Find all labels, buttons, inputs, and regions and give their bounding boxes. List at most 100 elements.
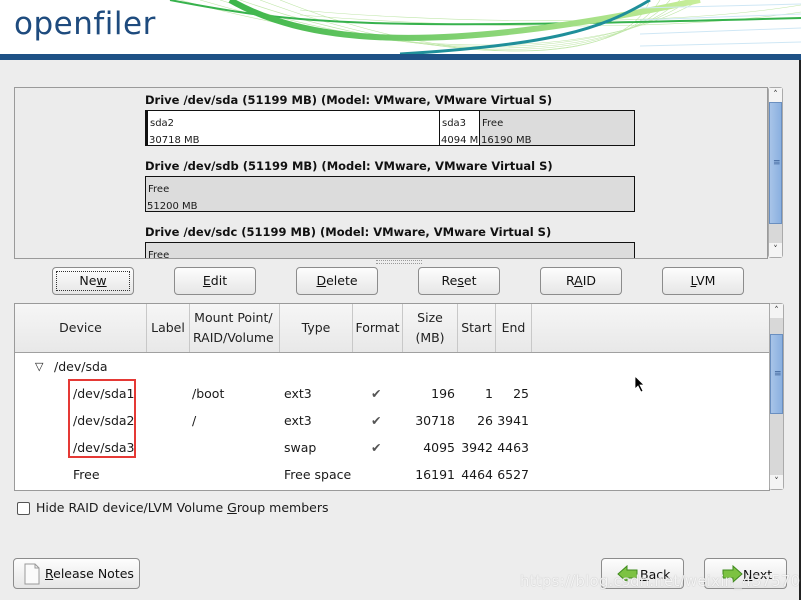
column-format[interactable]: Format (353, 304, 403, 352)
openfiler-logo: openfiler (14, 6, 156, 42)
scroll-up-icon[interactable]: ˄ (769, 88, 782, 102)
watermark-text: https://blog.csdn.net/weixin_43757002 (520, 572, 801, 590)
new-button[interactable]: New (52, 267, 134, 295)
cell-start: 26 (477, 413, 493, 428)
table-row[interactable]: Free Free space 16191 4464 6527 (15, 462, 769, 489)
column-label-line: Size (417, 310, 443, 325)
table-group-row[interactable]: ▽ /dev/sda (15, 354, 769, 381)
table-header: Device Label Mount Point/RAID/Volume Typ… (15, 304, 769, 353)
mouse-cursor-icon (634, 375, 645, 393)
drive-panel-scrollbar[interactable]: ˄ ≡ ˅ (768, 87, 783, 258)
mnemonic: D (316, 273, 327, 288)
label-part: et (463, 273, 477, 288)
column-type[interactable]: Type (280, 304, 353, 352)
cell-size: 4095 (423, 440, 455, 455)
mnemonic: w (96, 273, 107, 288)
segment-name: Free (482, 118, 504, 129)
column-label-line: (MB) (415, 330, 445, 345)
scroll-up-icon[interactable]: ˄ (770, 304, 783, 318)
segment-name: sda2 (150, 118, 175, 129)
column-label[interactable]: Label (147, 304, 190, 352)
raid-button[interactable]: RAID (540, 267, 622, 295)
drive-bar-sdc: Free (145, 242, 635, 259)
column-label: Label (151, 320, 185, 335)
scroll-down-icon[interactable]: ˅ (769, 243, 782, 257)
expander-icon[interactable]: ▽ (35, 360, 43, 373)
hide-members-checkbox[interactable] (17, 502, 30, 515)
segment-size: 51200 MB (147, 201, 198, 211)
column-label: Size (MB) (415, 308, 444, 348)
column-device[interactable]: Device (15, 304, 147, 352)
cell-mount: /boot (192, 386, 225, 401)
group-device: /dev/sda (54, 359, 108, 374)
label-part: elease Notes (53, 566, 134, 581)
highlight-annotation-box (68, 379, 136, 458)
segment-size: 16190 MB (481, 135, 532, 145)
column-label: Format (355, 320, 400, 335)
column-label-line: Mount Point/ (194, 310, 273, 325)
cell-type: Free space (284, 467, 352, 482)
reset-button[interactable]: Reset (418, 267, 500, 295)
drive-bar-sda: sda2 30718 MB sda3 4094 M Free 16190 MB (145, 110, 635, 146)
mnemonic: A (574, 273, 583, 288)
hide-members-label[interactable]: Hide RAID device/LVM Volume Group member… (36, 500, 328, 515)
label-part: Re (441, 273, 458, 288)
cell-end: 6527 (497, 467, 529, 482)
segment-name: Free (148, 250, 170, 259)
label-part: roup members (236, 500, 329, 515)
drive-title: Drive /dev/sdb (51199 MB) (Model: VMware… (145, 159, 553, 173)
column-label: Mount Point/RAID/Volume (193, 308, 274, 348)
check-icon: ✔ (371, 440, 382, 455)
cell-start: 1 (485, 386, 493, 401)
cell-size: 196 (431, 386, 455, 401)
cell-mount: / (192, 413, 197, 428)
cell-device: Free (73, 467, 100, 482)
label-part: dit (210, 273, 228, 288)
document-icon (24, 563, 40, 585)
cell-size: 16191 (415, 467, 455, 482)
check-icon: ✔ (371, 386, 382, 401)
delete-button[interactable]: Delete (296, 267, 378, 295)
free-segment[interactable]: Free 16190 MB (480, 111, 634, 145)
column-size[interactable]: Size (MB) (403, 304, 458, 352)
mnemonic: E (202, 273, 211, 288)
partition-table: Device Label Mount Point/RAID/Volume Typ… (14, 303, 770, 491)
cell-type: ext3 (284, 413, 312, 428)
scroll-thumb[interactable]: ≡ (769, 102, 782, 224)
label-part: ID (582, 273, 597, 288)
free-segment[interactable]: Free 51200 MB (146, 177, 634, 211)
cell-type: swap (284, 440, 317, 455)
segment-name: sda3 (442, 118, 467, 129)
label-part: Hide RAID device/LVM Volume (36, 500, 228, 515)
column-label: Start (461, 320, 492, 335)
cell-start: 3942 (461, 440, 493, 455)
table-scrollbar[interactable]: ˄ ≡ ˅ (769, 303, 784, 490)
cell-end: 25 (513, 386, 529, 401)
column-start[interactable]: Start (458, 304, 496, 352)
free-segment[interactable]: Free (146, 243, 634, 259)
cell-type: ext3 (284, 386, 312, 401)
column-label: End (501, 320, 526, 335)
segment-size: 4094 M (441, 135, 479, 145)
column-mount-point[interactable]: Mount Point/RAID/Volume (190, 304, 280, 352)
drive-graph-panel: Drive /dev/sda (51199 MB) (Model: VMware… (14, 87, 768, 259)
partition-segment[interactable]: sda3 4094 M (440, 111, 480, 145)
label-part: VM (696, 273, 716, 288)
scroll-thumb[interactable]: ≡ (770, 334, 783, 414)
scroll-down-icon[interactable]: ˅ (770, 475, 783, 489)
check-icon: ✔ (371, 413, 382, 428)
column-label: Type (301, 320, 331, 335)
pane-splitter[interactable] (376, 260, 422, 264)
cell-end: 3941 (497, 413, 529, 428)
partition-segment[interactable]: sda2 30718 MB (146, 111, 440, 145)
lvm-button[interactable]: LVM (662, 267, 744, 295)
column-end[interactable]: End (496, 304, 532, 352)
column-label-line: RAID/Volume (193, 330, 274, 345)
label-part: elete (326, 273, 358, 288)
edit-button[interactable]: Edit (174, 267, 256, 295)
segment-size: 30718 MB (149, 135, 200, 145)
column-label: Device (59, 320, 102, 335)
header-banner: openfiler (0, 0, 801, 54)
release-notes-button[interactable]: Release Notes (13, 558, 140, 589)
label-part: Ne (79, 273, 97, 288)
